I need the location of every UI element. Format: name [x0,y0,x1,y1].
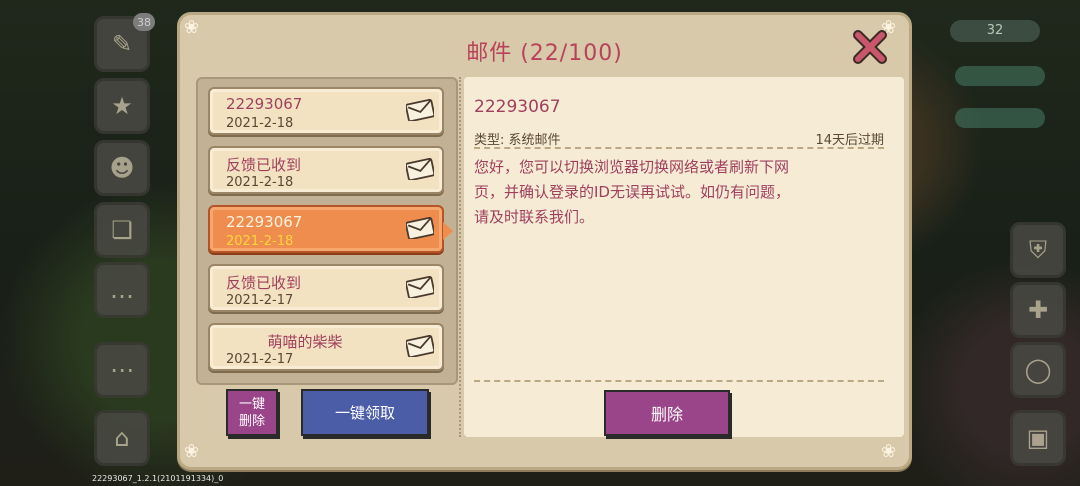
mail-item-date: 2021-2-18 [226,175,294,190]
mail-type-label: 类型: 系统邮件 [474,133,561,148]
mail-item-title: 萌喵的柴柴 [267,333,343,351]
debug-version-text: 22293067_1.2.1(2101191334)_0 [92,474,224,483]
egg-icon: ◯ [1010,342,1066,398]
star-icon: ★ [94,78,150,134]
book-icon: ❏ [94,202,150,258]
corner-ornament-icon: ❀ [184,441,200,462]
claim-all-label: 一键领取 [334,404,395,422]
mail-list[interactable]: 22293067 2021-2-18 反馈已收到 2021-2-18 22293… [196,77,458,385]
resource-pill [955,108,1045,128]
mail-detail-title: 22293067 [474,97,561,117]
mail-item-title: 反馈已收到 [226,156,302,174]
level-badge: 38 [133,13,155,31]
panel-divider [459,77,461,437]
more-icon: ⋯ [94,342,150,398]
claim-all-button[interactable]: 一键领取 [301,389,429,436]
delete-label: 删除 [650,405,683,424]
profile-icon: ✎ 38 [94,13,155,72]
mail-body-divider [474,380,884,382]
dialog-title: 邮件 (22/100) [466,41,623,66]
gift-icon: ✚ [1010,282,1066,338]
mail-detail: 22293067 类型: 系统邮件 14天后过期 您好，您可以切换浏览器切换网络… [464,77,904,437]
helmet-icon: ☻ [94,140,150,196]
delete-button[interactable]: 删除 [604,390,730,436]
mail-item-date: 2021-2-18 [226,234,294,249]
mail-body-line: 页，并确认登录的ID无误再试试。如仍有问题， [474,183,790,201]
resource-pill [955,66,1045,86]
mail-item-date: 2021-2-18 [226,116,294,131]
chat-icon: … [94,262,150,318]
mail-dialog: ❀ ❀ ❀ ❀ 邮件 (22/100) 22293067 2021-2-18 反… [177,12,912,470]
resource-counter: 32 [950,20,1040,42]
mail-list-item[interactable]: 萌喵的柴柴 2021-2-17 [208,323,444,371]
mail-body-line: 请及时联系我们。 [474,208,595,226]
map-icon: ⌂ [94,410,150,466]
mail-list-item[interactable]: 22293067 2021-2-18 [208,87,444,135]
mail-list-item[interactable]: 反馈已收到 2021-2-17 [208,264,444,312]
mail-body-line: 您好，您可以切换浏览器切换网络或者刷新下网 [474,158,790,176]
mail-list-item-selected[interactable]: 22293067 2021-2-18 [208,205,453,253]
envelope-icon [406,335,434,357]
shield-icon: ⛨ [1010,222,1066,278]
mail-item-date: 2021-2-17 [226,293,294,308]
close-x-icon [853,30,887,64]
envelope-icon [406,276,434,298]
envelope-icon [406,158,434,180]
delete-all-label-line2: 删除 [238,413,265,429]
mail-item-title: 22293067 [226,95,303,113]
envelope-icon [406,99,434,121]
mail-detail-meta: 类型: 系统邮件 14天后过期 [474,127,884,149]
mail-item-title: 反馈已收到 [226,274,302,292]
delete-all-button[interactable]: 一键 删除 [226,389,278,436]
chest-icon: ▣ [1010,410,1066,466]
close-button[interactable] [850,27,890,67]
mail-body: 您好，您可以切换浏览器切换网络或者刷新下网 页，并确认登录的ID无误再试试。如仍… [474,155,854,230]
mail-list-item[interactable]: 反馈已收到 2021-2-18 [208,146,444,194]
mail-expire-label: 14天后过期 [815,133,884,148]
mail-item-title: 22293067 [226,213,303,231]
delete-all-label-line1: 一键 [238,396,265,412]
corner-ornament-icon: ❀ [881,441,897,462]
envelope-icon [406,217,434,239]
mail-item-date: 2021-2-17 [226,352,294,367]
